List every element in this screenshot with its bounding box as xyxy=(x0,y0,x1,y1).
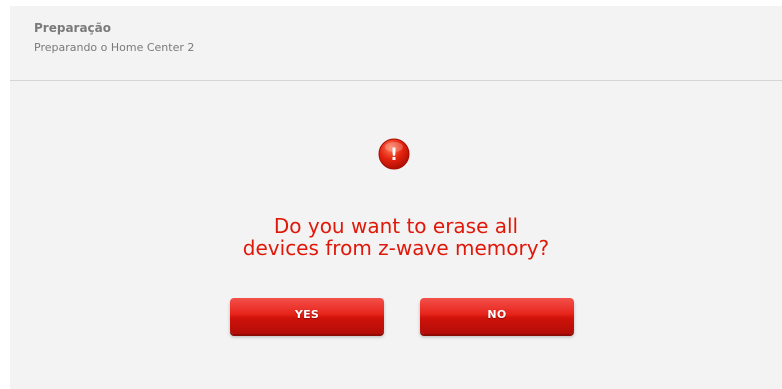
alert-glyph: ! xyxy=(390,145,398,165)
setup-panel: Preparação Preparando o Home Center 2 ! … xyxy=(10,6,782,389)
no-button[interactable]: NO xyxy=(420,298,574,334)
confirm-message: Do you want to erase all devices from z-… xyxy=(10,215,782,259)
message-line-1: Do you want to erase all xyxy=(273,214,519,238)
page-title: Preparação xyxy=(34,21,112,35)
alert-icon: ! xyxy=(378,138,410,170)
message-line-2: devices from z-wave memory? xyxy=(242,236,550,260)
page-subtitle: Preparando o Home Center 2 xyxy=(34,41,195,54)
yes-button[interactable]: YES xyxy=(230,298,384,334)
panel-header: Preparação Preparando o Home Center 2 xyxy=(10,6,782,81)
